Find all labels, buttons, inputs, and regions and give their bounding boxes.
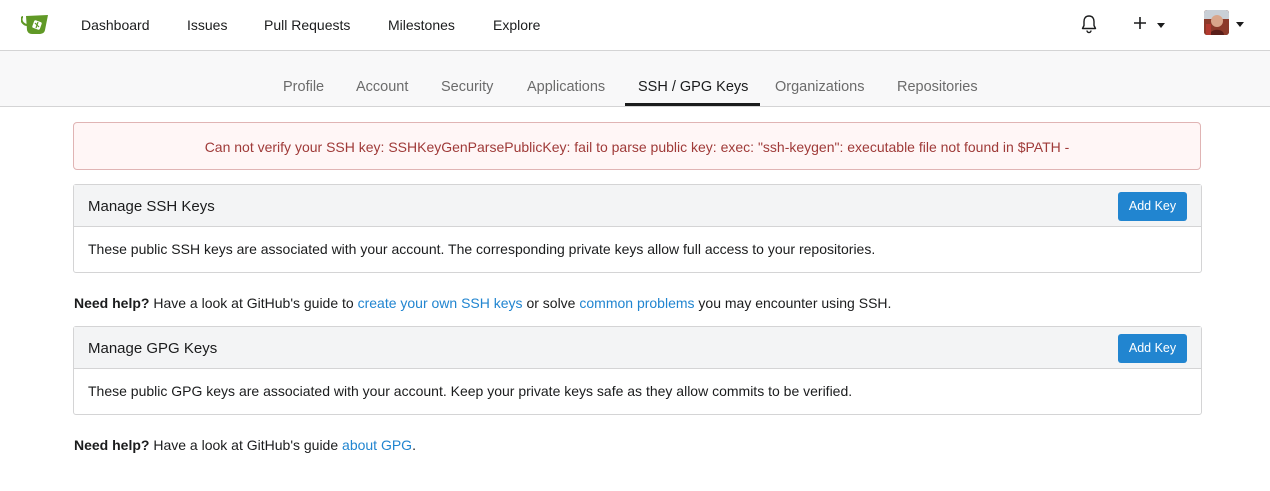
help-label: Need help? [74, 295, 150, 311]
chevron-down-icon [1236, 22, 1244, 27]
help-text: you may encounter using SSH. [694, 295, 892, 311]
notifications-button[interactable] [1078, 13, 1100, 35]
gitea-logo-icon[interactable] [20, 12, 50, 36]
help-label: Need help? [74, 437, 150, 453]
error-message: Can not verify your SSH key: SSHKeyGenPa… [73, 122, 1201, 170]
nav-milestones[interactable]: Milestones [388, 16, 455, 34]
gpg-keys-title: Manage GPG Keys [88, 340, 218, 357]
user-menu-dropdown[interactable] [1204, 10, 1248, 36]
ssh-help-text: Need help? Have a look at GitHub's guide… [74, 294, 891, 312]
help-text: . [412, 437, 416, 453]
tab-profile[interactable]: Profile [283, 78, 324, 96]
active-tab-indicator [625, 103, 760, 106]
error-text: Can not verify your SSH key: SSHKeyGenPa… [204, 139, 1070, 155]
ssh-keys-title: Manage SSH Keys [88, 198, 215, 215]
ssh-keys-header: Manage SSH Keys Add Key [74, 185, 1201, 227]
ssh-keys-panel: Manage SSH Keys Add Key These public SSH… [73, 184, 1202, 273]
nav-dashboard[interactable]: Dashboard [81, 16, 150, 34]
gpg-help-text: Need help? Have a look at GitHub's guide… [74, 436, 416, 454]
help-text: or solve [522, 295, 580, 311]
help-text: Have a look at GitHub's guide [149, 437, 343, 453]
nav-explore[interactable]: Explore [493, 16, 540, 34]
gpg-keys-panel: Manage GPG Keys Add Key These public GPG… [73, 326, 1202, 415]
ssh-keys-description: These public SSH keys are associated wit… [88, 241, 876, 257]
tab-account[interactable]: Account [356, 78, 408, 96]
tab-repositories[interactable]: Repositories [897, 78, 978, 96]
tab-ssh-gpg-keys[interactable]: SSH / GPG Keys [638, 78, 748, 96]
tab-security[interactable]: Security [441, 78, 493, 96]
create-ssh-keys-link[interactable]: create your own SSH keys [358, 295, 523, 311]
settings-tab-bar: Profile Account Security Applications SS… [0, 51, 1270, 107]
nav-issues[interactable]: Issues [187, 16, 227, 34]
bell-icon [1081, 15, 1097, 34]
avatar [1204, 10, 1229, 35]
top-navbar: Dashboard Issues Pull Requests Milestone… [0, 0, 1270, 51]
chevron-down-icon [1157, 23, 1165, 28]
add-ssh-key-button[interactable]: Add Key [1118, 192, 1187, 221]
about-gpg-link[interactable]: about GPG [342, 437, 412, 453]
common-problems-link[interactable]: common problems [579, 295, 694, 311]
add-gpg-key-button[interactable]: Add Key [1118, 334, 1187, 363]
tab-organizations[interactable]: Organizations [775, 78, 864, 96]
nav-pull-requests[interactable]: Pull Requests [264, 16, 350, 34]
gpg-keys-description: These public GPG keys are associated wit… [88, 383, 853, 399]
gpg-keys-header: Manage GPG Keys Add Key [74, 327, 1201, 369]
plus-icon [1134, 17, 1146, 29]
tab-applications[interactable]: Applications [527, 78, 605, 96]
create-new-dropdown[interactable] [1132, 13, 1172, 35]
help-text: Have a look at GitHub's guide to [149, 295, 358, 311]
